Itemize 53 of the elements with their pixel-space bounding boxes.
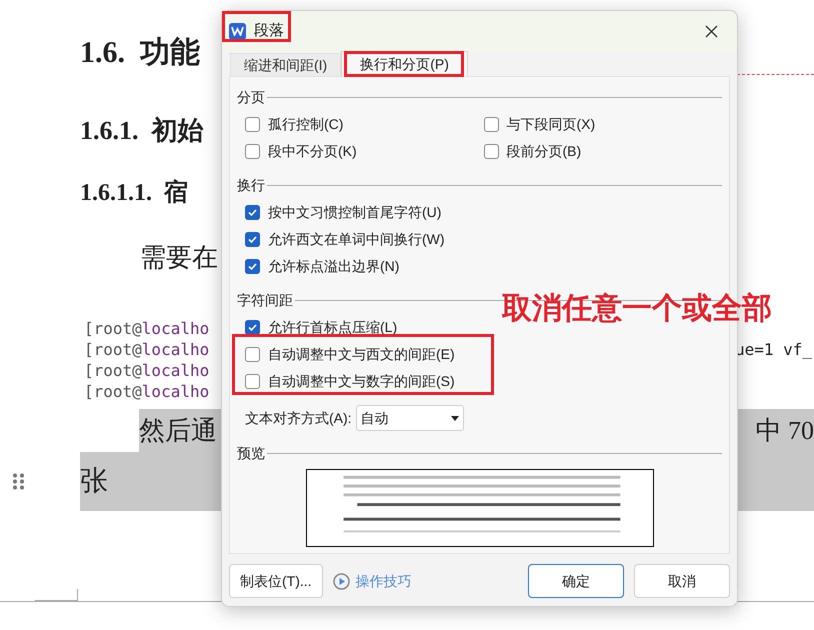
window-title: 段落 [254, 20, 284, 41]
checkbox[interactable] [245, 259, 260, 274]
close-icon[interactable] [705, 24, 718, 38]
section-title: 预览 [237, 444, 265, 462]
field-label: 文本对齐方式(A): [245, 408, 352, 428]
checkbox[interactable] [245, 374, 260, 389]
section-title: 换行 [237, 176, 265, 194]
option-label: 按中文习惯控制首尾字符(U) [268, 203, 442, 222]
app-icon [229, 22, 246, 40]
section-title: 分页 [237, 88, 265, 106]
option-label: 允许行首标点压缩(L) [268, 318, 398, 337]
check-icon [247, 261, 258, 272]
code-line: [root@localho [84, 381, 210, 402]
checkbox[interactable] [245, 144, 260, 159]
cancel-button[interactable]: 取消 [634, 564, 730, 598]
check-icon [247, 322, 258, 333]
annotation-text: 取消任意一个或全部 [502, 294, 772, 324]
checkbox[interactable] [245, 117, 260, 132]
option-label: 段前分页(B) [506, 142, 582, 161]
tab-stops-button[interactable]: 制表位(T)... [229, 564, 323, 598]
option-label: 允许西文在单词中间换行(W) [268, 230, 445, 249]
code-line: [root@localho [84, 360, 210, 381]
section-title: 字符间距 [237, 290, 293, 310]
heading: 1.6.1.1. 宿 [80, 178, 188, 208]
code-line: [root@localho [84, 318, 210, 339]
checkbox[interactable] [484, 117, 498, 132]
highlighted-text: 张 [80, 464, 108, 498]
checkbox[interactable] [484, 144, 498, 159]
caret-icon [450, 416, 459, 420]
paragraph: 需要在 [140, 242, 218, 274]
alignment-dropdown[interactable]: 自动 [356, 405, 464, 431]
ok-button[interactable]: 确定 [528, 564, 624, 598]
tab[interactable]: 缩进和间距(I) [230, 53, 342, 76]
play-icon [332, 572, 350, 590]
heading: 1.6.1. 初始 [80, 115, 204, 147]
code-line: [root@localho [84, 339, 210, 360]
option-label: 允许标点溢出边界(N) [268, 257, 400, 276]
highlighted-text: 然后通 [139, 415, 217, 447]
heading: 1.6. 功能 [80, 34, 200, 70]
checkbox[interactable] [245, 320, 260, 335]
checkbox[interactable] [245, 205, 260, 220]
option-label: 自动调整中文与数字的间距(S) [268, 372, 455, 391]
option-label: 段中不分页(K) [268, 142, 357, 161]
option-label: 自动调整中文与西文的间距(E) [268, 345, 455, 364]
check-icon [247, 234, 258, 245]
check-icon [247, 207, 258, 218]
highlighted-text: 中 70 [756, 415, 814, 447]
checkbox[interactable] [245, 232, 260, 247]
option-label: 孤行控制(C) [268, 115, 344, 134]
option-label: 与下段同页(X) [506, 115, 596, 134]
checkbox[interactable] [245, 347, 260, 362]
drag-handle-icon[interactable] [13, 473, 24, 490]
annotation-frame [222, 11, 291, 42]
